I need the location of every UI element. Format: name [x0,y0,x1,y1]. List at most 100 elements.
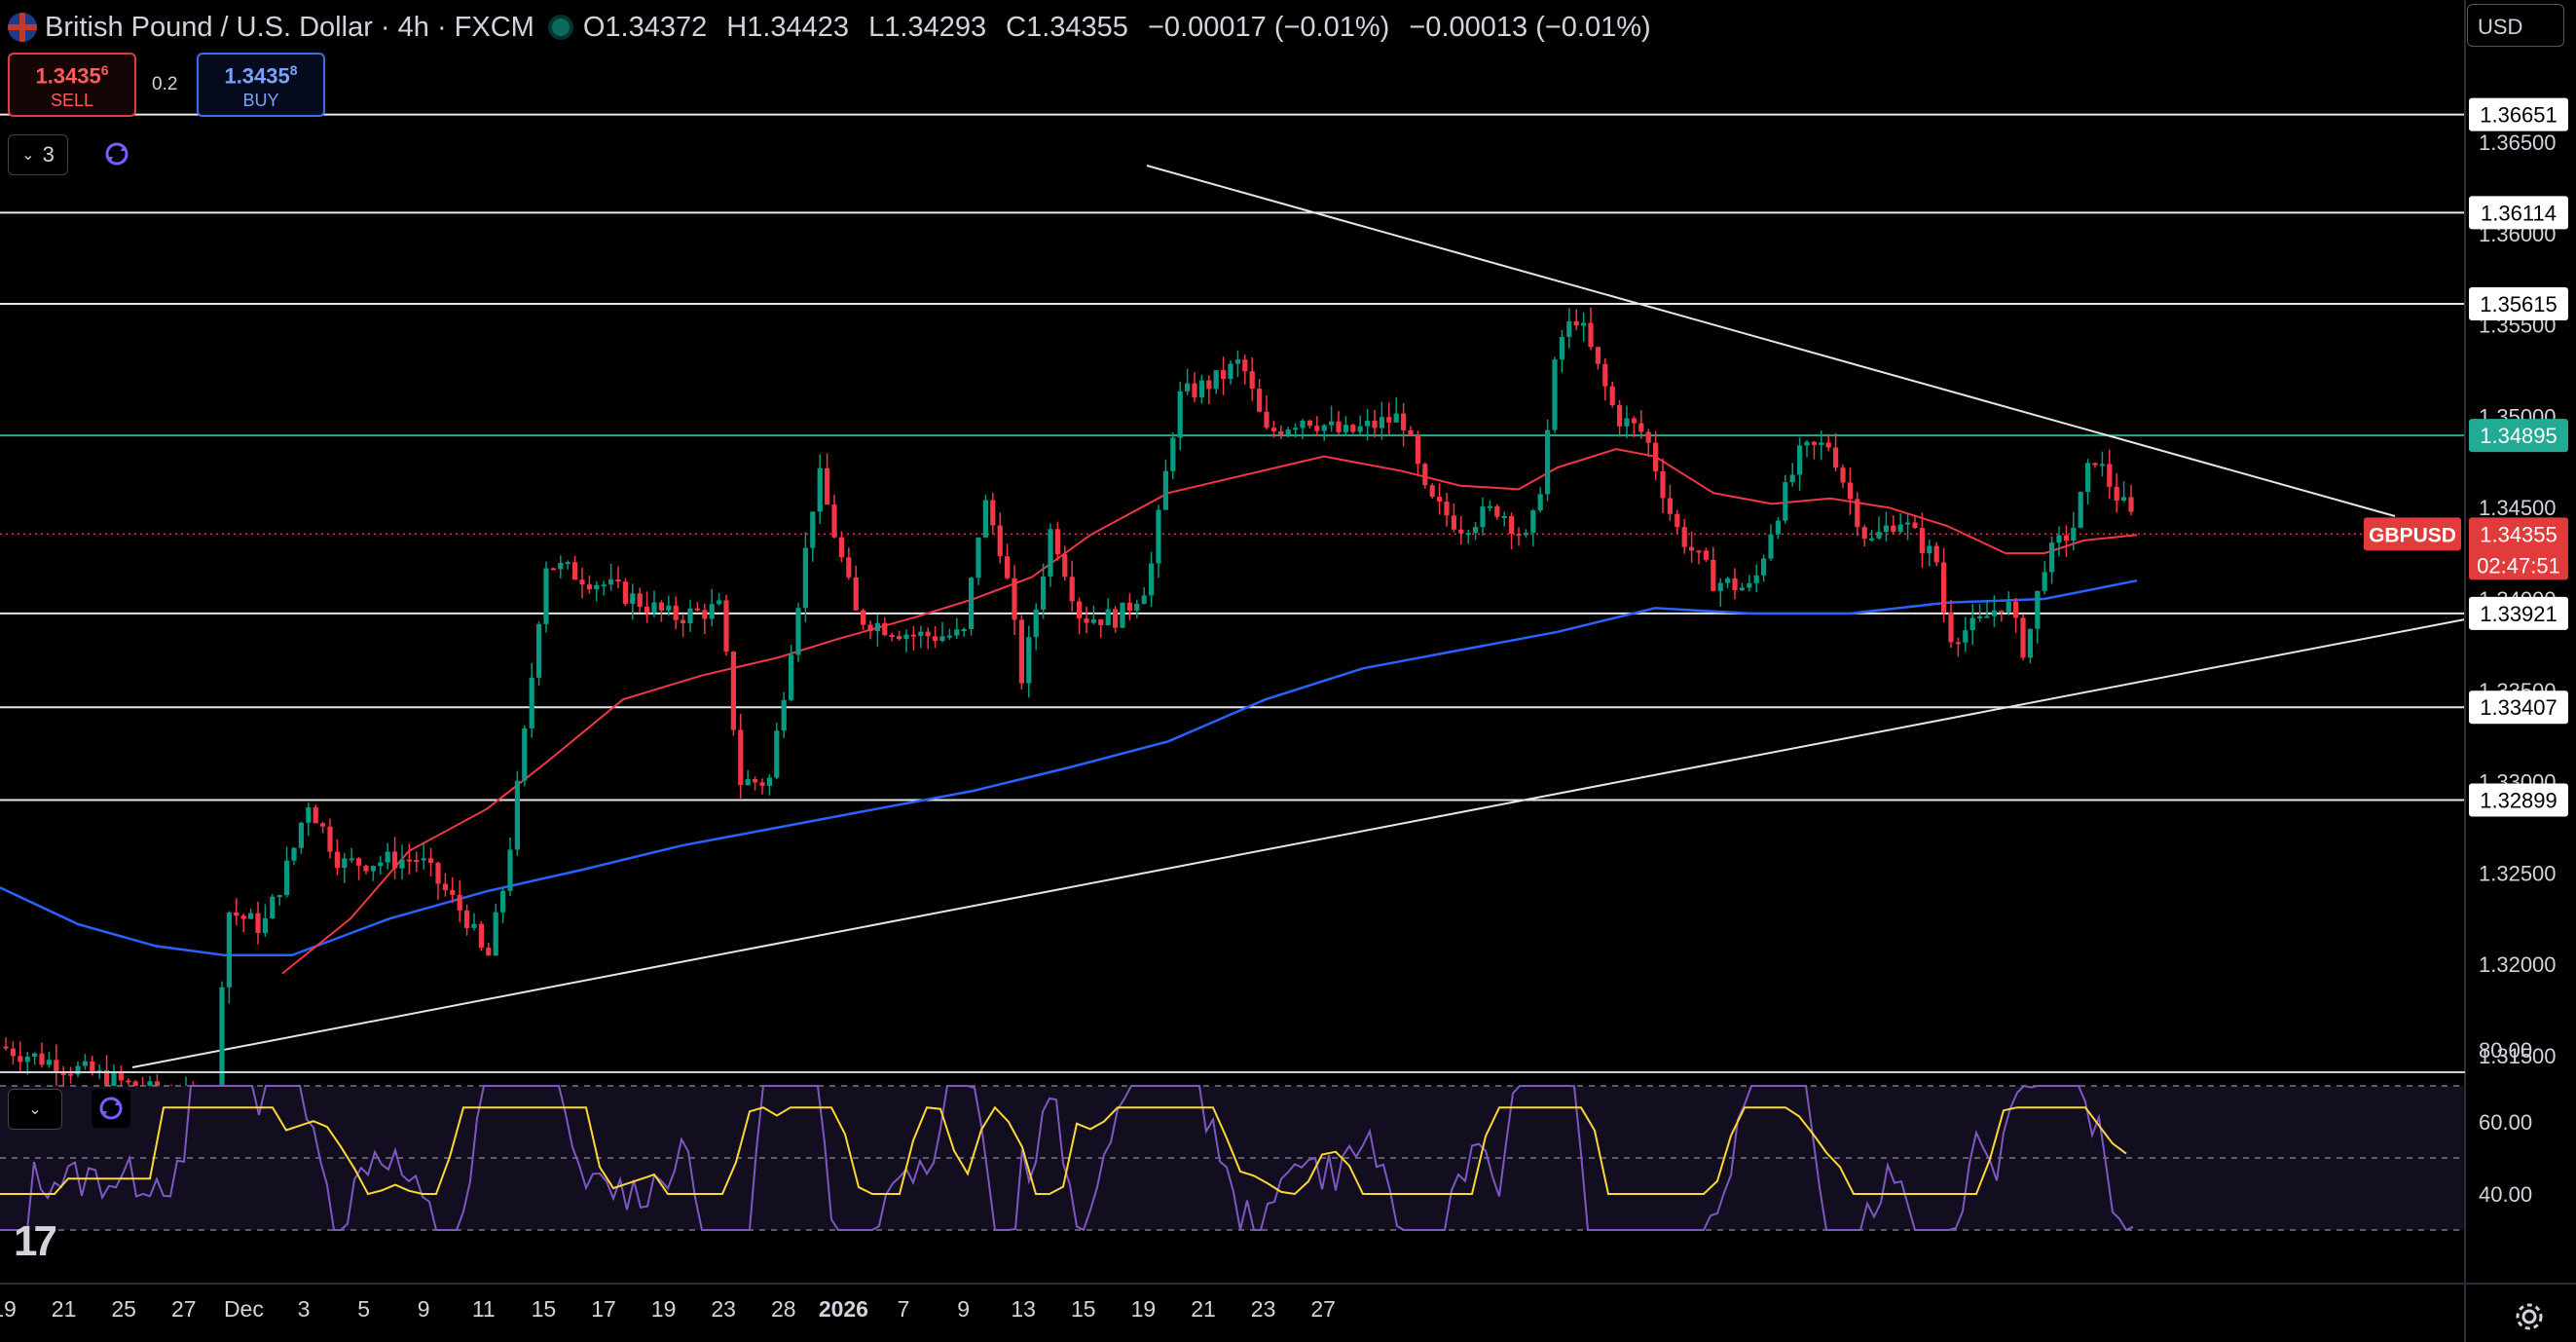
candle-body [464,910,470,928]
close-label: C [1006,11,1027,43]
candle-body [753,779,758,783]
candle-body [608,578,614,585]
candle-body [745,779,751,786]
sell-price: 1.34356 [35,62,109,89]
candle-body [802,547,808,609]
candle-body [1977,615,1983,618]
candle-body [1984,615,1990,618]
candle-body [1141,595,1147,605]
candle-body [385,851,390,863]
time-tick-label: 25 [111,1296,136,1322]
candle-body [1321,425,1327,431]
candle-body [1581,322,1587,326]
candle-body [2020,617,2026,658]
candle-body [1955,642,1961,645]
sell-label: SELL [50,91,94,111]
chart-canvas[interactable]: 1.365001.360001.355001.350001.345001.340… [0,0,2576,1342]
level-price-label: 1.32899 [2480,789,2558,813]
candle-body [39,1053,45,1065]
candle-body [399,859,405,869]
candle-body [2114,486,2119,502]
candle-body [1336,421,1342,432]
candle-body [1113,609,1119,628]
rsi-sync-icon[interactable] [92,1089,130,1128]
candle-body [730,652,736,730]
candle-body [2092,463,2098,466]
rsi-collapse-button[interactable]: ⌄ [8,1089,62,1130]
candle-body [1631,418,1637,424]
candle-body [46,1060,52,1065]
candle-body [1365,420,1371,427]
candle-body [2035,590,2041,629]
candle-body [831,504,837,538]
gear-icon[interactable] [2506,1293,2553,1340]
time-axis[interactable]: 19 21 25 27 Dec 3 5 9 11 15 17 19 23 28 2026 7 9 13 15 19 21… [0,1296,1336,1322]
descending-trendline [1146,165,2396,517]
symbol-tag-label: GBPUSD [2369,524,2456,546]
currency-selector[interactable]: USD [2467,4,2564,47]
candle-body [1077,601,1083,619]
candle-body [378,862,384,867]
high-value: 1.34423 [747,11,850,43]
candle-body [2042,572,2047,591]
time-tick-label: 5 [357,1296,370,1322]
buy-button[interactable]: 1.34358 BUY [197,53,325,117]
high-label: H [726,11,748,43]
candle-body [1487,505,1492,508]
candle-body [457,894,462,911]
candle-body [428,858,434,863]
candle-body [982,500,988,538]
candle-body [1192,383,1197,397]
time-tick-label: 11 [472,1296,496,1322]
price-tick-label: 1.36500 [2479,130,2557,155]
level-price-label: 1.33921 [2480,602,2558,626]
candle-body [450,890,456,895]
candle-body [1126,602,1132,611]
indicators-collapse-button[interactable]: ⌄ 3 [8,134,68,175]
candle-body [1847,482,1853,500]
candle-body [421,858,426,861]
candle-body [630,593,636,605]
candle-body [2013,601,2019,618]
candle-body [234,912,239,916]
candle-body [1156,509,1161,564]
candle-body [255,913,261,933]
candle-body [1149,563,1155,596]
candle-body [2099,464,2105,466]
candle-body [1811,441,1817,445]
candle-body [1422,464,1428,486]
candle-body [658,602,664,611]
candle-body [1732,578,1738,591]
sell-button[interactable]: 1.34356 SELL [8,53,136,117]
candle-body [1005,556,1011,578]
candle-body [1473,527,1479,534]
candle-body [1840,467,1846,483]
candle-body [1084,618,1089,623]
candle-body [1667,498,1673,514]
candle-body [435,862,441,884]
candle-body [327,826,333,852]
candle-body [1905,522,1911,525]
candle-body [1883,525,1889,533]
candle-body [1991,610,1997,616]
candle-body [897,636,902,640]
candle-body [284,860,290,896]
candle-body [226,912,232,988]
open-label: O [582,11,606,43]
time-tick-label: 28 [771,1296,796,1322]
candle-body [666,605,672,611]
candle-body [1062,554,1068,578]
candle-body [1545,429,1551,495]
candle-body [1041,577,1047,610]
symbol-title[interactable]: British Pound / U.S. Dollar · 4h · FXCM [45,12,534,44]
candle-body [1314,426,1320,431]
indicators-count: 3 [42,142,55,167]
candle-body [918,631,924,636]
candle-body [1372,420,1378,429]
candle-body [1969,617,1975,631]
sync-icon[interactable] [97,134,136,173]
candle-body [1206,380,1212,390]
candle-body [536,623,542,678]
rsi-tick-label: 40.00 [2479,1182,2532,1207]
candle-body [969,578,975,629]
